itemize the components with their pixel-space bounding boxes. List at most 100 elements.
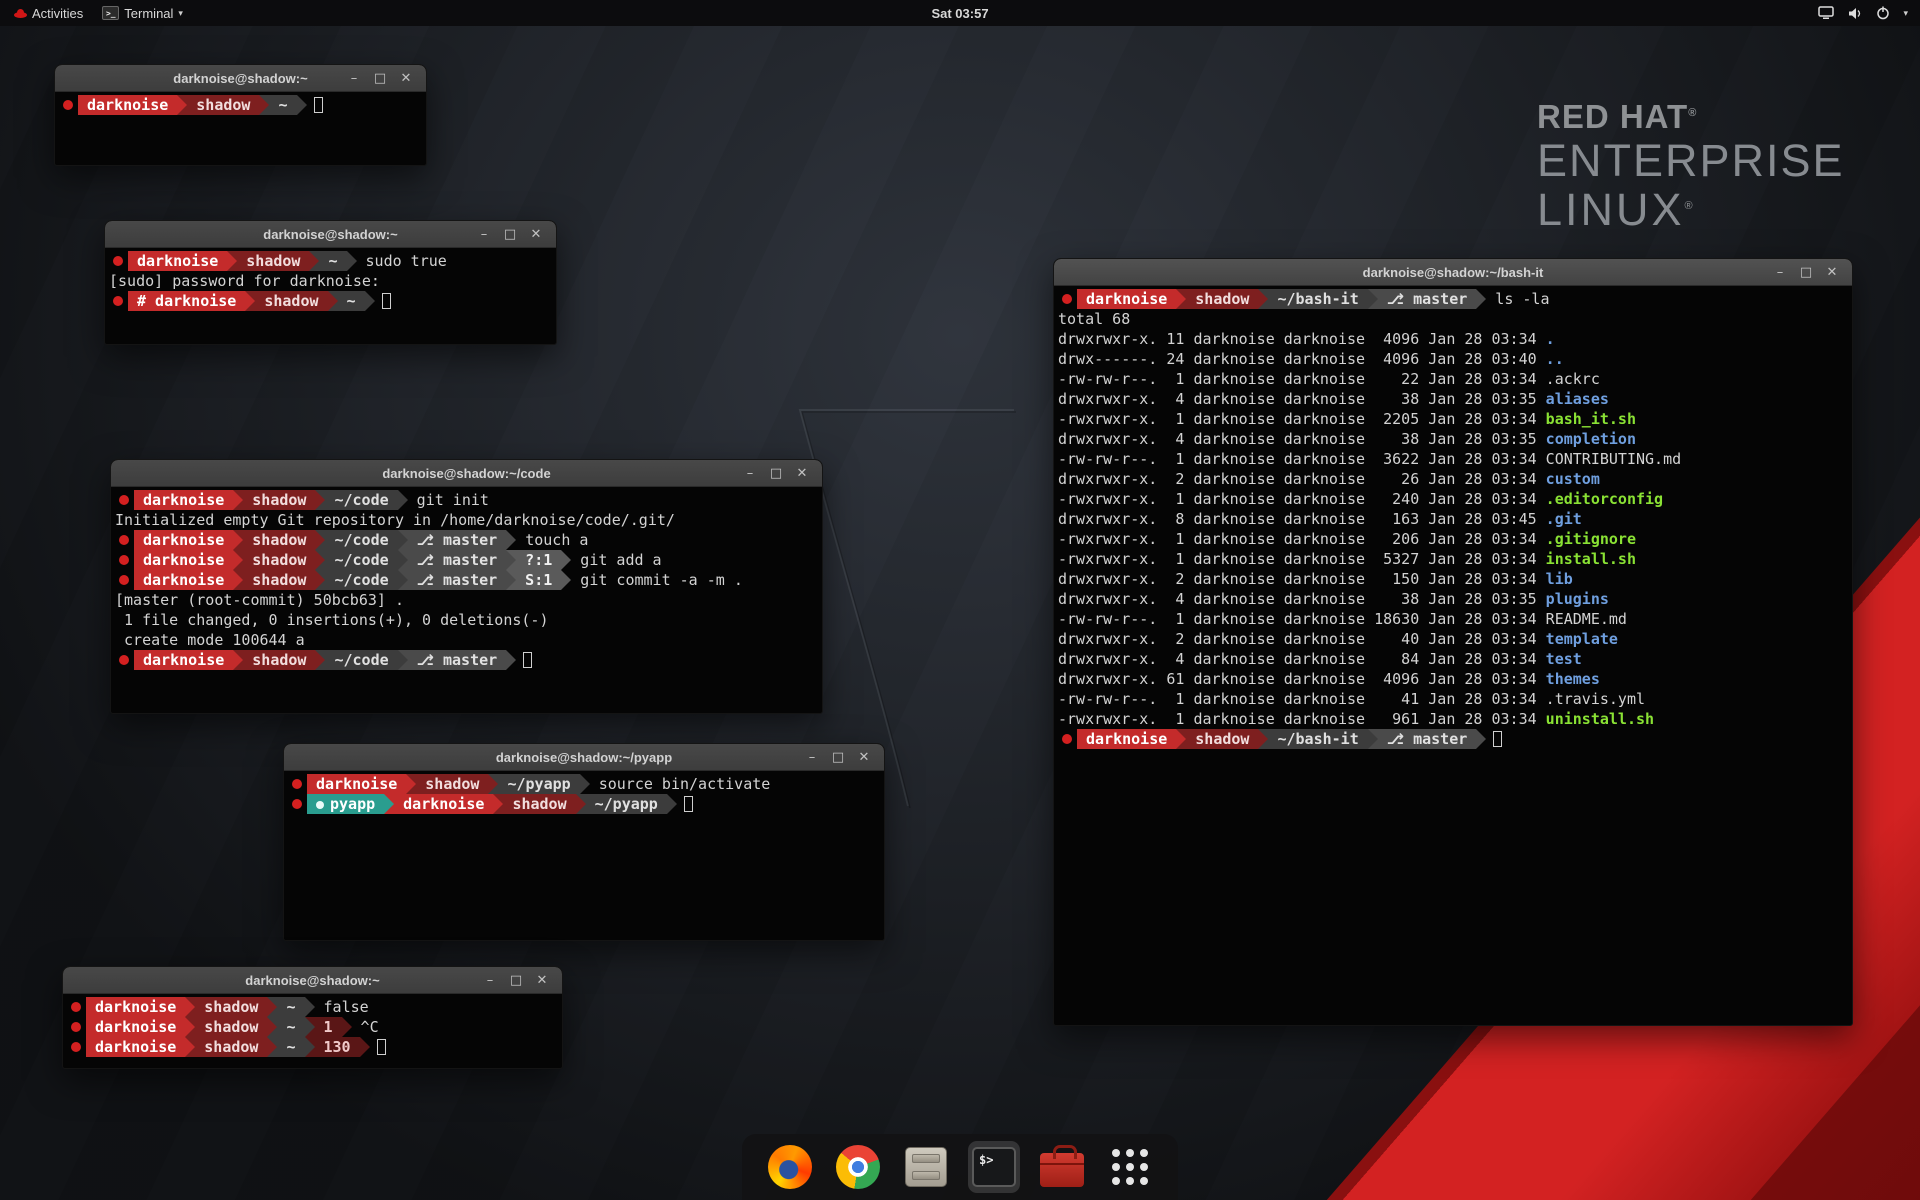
terminal-content[interactable]: darknoiseshadow~ (55, 92, 426, 118)
power-icon[interactable] (1876, 6, 1890, 20)
window-titlebar[interactable]: darknoise@shadow:~ – □ ✕ (55, 65, 426, 92)
dock-item-toolbox[interactable] (1036, 1141, 1088, 1193)
redhat-prompt-icon (1058, 729, 1077, 749)
ls-filename: test (1546, 650, 1582, 668)
ls-filename: lib (1546, 570, 1573, 588)
close-button[interactable]: ✕ (529, 973, 555, 988)
ls-line-meta: drwxrwxr-x. 2 darknoise darknoise 150 Ja… (1058, 570, 1546, 588)
terminal-cursor (377, 1039, 386, 1055)
prompt-segment-path: ~/code (325, 550, 397, 570)
ls-filename: CONTRIBUTING.md (1546, 450, 1681, 468)
redhat-prompt-icon (115, 490, 134, 510)
terminal-content[interactable]: darknoiseshadow~/pyapp source bin/activa… (284, 771, 884, 817)
maximize-button[interactable]: □ (825, 750, 851, 765)
ls-filename: .editorconfig (1546, 490, 1663, 508)
terminal-window-pyapp[interactable]: darknoise@shadow:~/pyapp – □ ✕ darknoise… (283, 743, 885, 941)
dock-item-files[interactable] (900, 1141, 952, 1193)
minimize-button[interactable]: – (1767, 265, 1793, 280)
terminal-line: drwxrwxr-x. 2 darknoise darknoise 26 Jan… (1056, 469, 1850, 489)
minimize-button[interactable]: – (799, 750, 825, 765)
window-titlebar[interactable]: darknoise@shadow:~/bash-it – □ ✕ (1054, 259, 1852, 286)
minimize-button[interactable]: – (737, 466, 763, 481)
powerline-arrow-icon (384, 794, 394, 814)
minimize-button[interactable]: – (471, 227, 497, 242)
redhat-prompt-icon (115, 530, 134, 550)
app-menu-terminal[interactable]: >_ Terminal ▾ (96, 0, 189, 26)
ls-line-meta: drwx------. 24 darknoise darknoise 4096 … (1058, 350, 1546, 368)
watermark-linux: LINUX® (1537, 187, 1845, 234)
terminal-line: drwxrwxr-x. 4 darknoise darknoise 38 Jan… (1056, 429, 1850, 449)
powerline-arrow-icon (398, 550, 408, 570)
prompt-segment-host: shadow (243, 550, 315, 570)
prompt-segment-user: darknoise (1077, 729, 1176, 749)
minimize-button[interactable]: – (341, 71, 367, 86)
prompt-segment-git: ⎇ master (408, 650, 507, 670)
powerline-arrow-icon (365, 291, 375, 311)
terminal-content[interactable]: darknoiseshadow~ falsedarknoiseshadow~1 … (63, 994, 562, 1060)
terminal-line: -rwxrwxr-x. 1 darknoise darknoise 240 Ja… (1056, 489, 1850, 509)
close-button[interactable]: ✕ (393, 71, 419, 86)
powerline-arrow-icon (233, 570, 243, 590)
powerline-arrow-icon (185, 1017, 195, 1037)
volume-icon[interactable] (1847, 7, 1863, 20)
terminal-line: darknoiseshadow~/code git init (113, 490, 820, 510)
dock-item-firefox[interactable] (764, 1141, 816, 1193)
close-button[interactable]: ✕ (789, 466, 815, 481)
powerline-arrow-icon (347, 251, 357, 271)
dock-item-chrome[interactable] (832, 1141, 884, 1193)
terminal-content[interactable]: darknoiseshadow~/bash-it⎇ master ls -lat… (1054, 286, 1852, 752)
prompt-segment-user: darknoise (1077, 289, 1176, 309)
prompt-segment-git: ⎇ master (408, 530, 507, 550)
terminal-app-icon: >_ (102, 6, 119, 20)
maximize-button[interactable]: □ (503, 973, 529, 988)
ls-line-meta: -rwxrwxr-x. 1 darknoise darknoise 206 Ja… (1058, 530, 1546, 548)
terminal-window-bash-it[interactable]: darknoise@shadow:~/bash-it – □ ✕ darknoi… (1053, 258, 1853, 1026)
system-menu-caret-icon[interactable]: ▾ (1903, 8, 1908, 19)
terminal-content[interactable]: darknoiseshadow~/code git initInitialize… (111, 487, 822, 673)
maximize-button[interactable]: □ (497, 227, 523, 242)
window-titlebar[interactable]: darknoise@shadow:~ – □ ✕ (63, 967, 562, 994)
prompt-segment-git: ⎇ master (408, 550, 507, 570)
maximize-button[interactable]: □ (763, 466, 789, 481)
maximize-button[interactable]: □ (367, 71, 393, 86)
activities-button[interactable]: Activities (8, 0, 89, 26)
maximize-button[interactable]: □ (1793, 265, 1819, 280)
window-titlebar[interactable]: darknoise@shadow:~/pyapp – □ ✕ (284, 744, 884, 771)
ls-line-meta: -rwxrwxr-x. 1 darknoise darknoise 961 Ja… (1058, 710, 1546, 728)
ls-filename: completion (1546, 430, 1636, 448)
prompt-segment-gitstat: S:1 (516, 570, 561, 590)
terminal-line: -rwxrwxr-x. 1 darknoise darknoise 2205 J… (1056, 409, 1850, 429)
ls-filename: README.md (1546, 610, 1627, 628)
clock[interactable]: Sat 03:57 (921, 0, 998, 26)
dock-item-terminal[interactable]: $> (968, 1141, 1020, 1193)
close-button[interactable]: ✕ (523, 227, 549, 242)
powerline-arrow-icon (360, 1037, 370, 1057)
command-text: touch a (516, 531, 588, 549)
close-button[interactable]: ✕ (1819, 265, 1845, 280)
terminal-window-sudo[interactable]: darknoise@shadow:~ – □ ✕ darknoiseshadow… (104, 220, 557, 345)
window-titlebar[interactable]: darknoise@shadow:~/code – □ ✕ (111, 460, 822, 487)
powerline-arrow-icon (233, 550, 243, 570)
close-button[interactable]: ✕ (851, 750, 877, 765)
minimize-button[interactable]: – (477, 973, 503, 988)
dock-item-app-grid[interactable] (1104, 1141, 1156, 1193)
terminal-output-line: total 68 (1056, 309, 1850, 329)
terminal-window-home-1[interactable]: darknoise@shadow:~ – □ ✕ darknoiseshadow… (54, 64, 427, 166)
ls-filename: .. (1546, 350, 1564, 368)
window-titlebar[interactable]: darknoise@shadow:~ – □ ✕ (105, 221, 556, 248)
prompt-segment-user: # darknoise (128, 291, 245, 311)
display-icon[interactable] (1818, 6, 1834, 20)
terminal-window-code[interactable]: darknoise@shadow:~/code – □ ✕ darknoises… (110, 459, 823, 714)
terminal-output-line: create mode 100644 a (113, 630, 820, 650)
ls-line-meta: -rwxrwxr-x. 1 darknoise darknoise 2205 J… (1058, 410, 1546, 428)
prompt-segment-path: ~/pyapp (498, 774, 579, 794)
desktop[interactable]: { "topbar": { "activities": "Activities"… (0, 0, 1920, 1200)
powerline-arrow-icon (493, 794, 503, 814)
terminal-window-exit-codes[interactable]: darknoise@shadow:~ – □ ✕ darknoiseshadow… (62, 966, 563, 1069)
terminal-line: darknoiseshadow~/code⎇ master?:1 git add… (113, 550, 820, 570)
chrome-icon (836, 1145, 880, 1189)
powerline-arrow-icon (305, 997, 315, 1017)
terminal-content[interactable]: darknoiseshadow~ sudo true[sudo] passwor… (105, 248, 556, 314)
powerline-arrow-icon (398, 570, 408, 590)
prompt-segment-host: shadow (243, 650, 315, 670)
